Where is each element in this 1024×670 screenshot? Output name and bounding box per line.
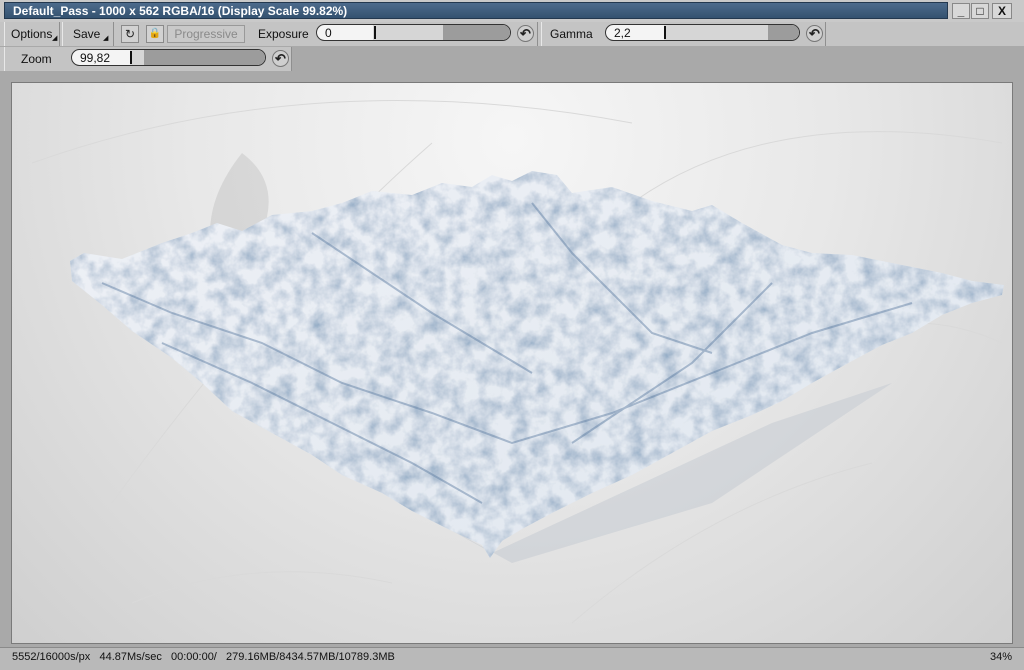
toolbar-row-1: Options ◢ Save ◢ ↻ 🔒 Progressive Exposur… — [0, 22, 1024, 46]
minimize-button[interactable]: _ — [952, 3, 970, 19]
gamma-reset-icon[interactable]: ↶ — [806, 25, 823, 42]
gamma-label: Gamma — [550, 27, 593, 41]
zoom-group: Zoom 99,82 ↶ — [4, 47, 292, 71]
options-label: Options — [11, 27, 53, 41]
slider-handle — [664, 26, 666, 39]
dropdown-arrow-icon: ◢ — [103, 35, 109, 42]
render-viewport[interactable] — [11, 82, 1013, 644]
zoom-label: Zoom — [21, 52, 52, 66]
status-bar: 5552/16000s/px 44.87Ms/sec 00:00:00/ 279… — [0, 647, 1024, 670]
title-bar: Default_Pass - 1000 x 562 RGBA/16 (Displ… — [0, 0, 1024, 22]
exposure-slider[interactable]: 0 — [316, 24, 511, 41]
exposure-reset-icon[interactable]: ↶ — [517, 25, 534, 42]
slider-mid — [130, 50, 144, 65]
refresh-button[interactable]: ↻ — [121, 25, 139, 43]
zoom-slider[interactable]: 99,82 — [71, 49, 266, 66]
slider-mid — [664, 25, 768, 40]
render-stats: 5552/16000s/px 44.87Ms/sec 00:00:00/ 279… — [12, 651, 395, 663]
zoom-reset-icon[interactable]: ↶ — [272, 50, 289, 67]
progressive-button[interactable]: Progressive — [167, 25, 245, 43]
zoom-value: 99,82 — [80, 51, 111, 65]
progress-percent: 34% — [989, 651, 1012, 663]
slider-mid — [373, 25, 443, 40]
gamma-value: 2,2 — [614, 26, 631, 40]
window-title: Default_Pass - 1000 x 562 RGBA/16 (Displ… — [4, 2, 948, 19]
exposure-group: Exposure 0 ↶ — [250, 22, 538, 46]
exposure-label: Exposure — [258, 27, 309, 41]
exposure-value: 0 — [325, 26, 332, 40]
save-label: Save — [73, 27, 101, 41]
slider-fill — [144, 50, 265, 65]
close-button[interactable]: X — [992, 3, 1012, 19]
slider-handle — [130, 51, 132, 64]
slider-fill — [443, 25, 510, 40]
save-menu[interactable]: Save ◢ — [62, 22, 114, 46]
options-menu[interactable]: Options ◢ — [4, 22, 60, 46]
slider-handle — [374, 26, 376, 39]
maximize-button[interactable]: □ — [971, 3, 989, 19]
slider-fill — [768, 25, 799, 40]
rendered-terrain-image — [31, 100, 1004, 624]
toolbar-row-2: Zoom 99,82 ↶ — [0, 47, 292, 71]
gamma-group: Gamma 2,2 ↶ — [541, 22, 826, 46]
gamma-slider[interactable]: 2,2 — [605, 24, 800, 41]
dropdown-arrow-icon: ◢ — [52, 35, 58, 42]
lock-button[interactable]: 🔒 — [146, 25, 164, 43]
